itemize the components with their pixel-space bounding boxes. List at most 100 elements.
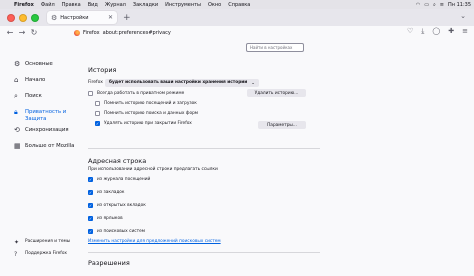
list-tabs-icon[interactable]: ⌄ (460, 12, 466, 20)
checkbox[interactable] (88, 91, 93, 96)
checkbox[interactable] (95, 111, 100, 116)
checkbox-label: из журнала посещений (97, 177, 151, 182)
menu-bar: Firefox Файл Правка Вид Журнал Закладки … (0, 0, 474, 9)
sidebar-item-mozilla[interactable]: ▦ Больше от Mozilla (14, 143, 84, 155)
sidebar-item-home[interactable]: ⌂ Начало (14, 77, 84, 89)
menu-tools[interactable]: Инструменты (165, 2, 201, 8)
new-tab-button[interactable]: + (123, 13, 131, 23)
puzzle-icon: ✦ (14, 239, 20, 246)
checkbox-label: Помнить историю поиска и данных форм (104, 111, 199, 116)
checkbox-checked[interactable]: ✓ (88, 216, 93, 221)
reload-button[interactable]: ↻ (28, 28, 40, 37)
history-option-forms[interactable]: Помнить историю поиска и данных форм (95, 110, 328, 117)
checkbox-label: из закладок (97, 190, 125, 195)
tab-strip: ⚙ Настройки ✕ + ⌄ (0, 9, 474, 26)
sidebar-item-search[interactable]: ⌕ Поиск (14, 93, 84, 105)
addressbar-subtitle: При использовании адресной строки предла… (88, 167, 218, 172)
pocket-icon[interactable]: ♡ (407, 27, 413, 36)
checkbox-checked[interactable]: ✓ (95, 121, 100, 126)
sidebar-footer: ✦ Расширения и темы ? Поддержка Firefox (14, 239, 94, 263)
checkbox-label: из ярлыков (97, 216, 123, 221)
sidebar-item-label: Приватность и Защита (25, 109, 67, 122)
nav-bar: ← → ↻ Firefox about:preferences#privacy … (0, 26, 474, 40)
sidebar-item-label: Синхронизация (25, 127, 69, 133)
firefox-logo-icon (74, 29, 80, 36)
checkbox-checked[interactable]: ✓ (88, 190, 93, 195)
gear-icon: ⚙ (14, 60, 21, 68)
history-option-browsing[interactable]: Помнить историю посещений и загрузок (95, 100, 328, 107)
history-mode-value: будет использовать ваши настройки хранен… (109, 80, 248, 85)
settings-search-input[interactable]: Найти в настройках (246, 43, 304, 52)
checkbox-label: Помнить историю посещений и загрузок (104, 101, 197, 106)
checkbox[interactable] (95, 101, 100, 106)
sidebar-item-support[interactable]: ? Поддержка Firefox (14, 251, 94, 260)
checkbox-checked[interactable]: ✓ (88, 203, 93, 208)
sidebar-item-label: Начало (25, 77, 46, 83)
menu-window[interactable]: Окно (208, 2, 221, 8)
suggest-bookmarks-option[interactable]: ✓ из закладок (88, 189, 328, 196)
toolbar-right: ♡ ⤓ ◯ ✚ ≡ (407, 27, 468, 36)
search-icon: ⌕ (14, 92, 18, 100)
sidebar-item-label: Поиск (25, 93, 42, 99)
control-center-icon[interactable]: ≡ (440, 2, 444, 8)
account-icon[interactable]: ◯ (432, 27, 440, 36)
sidebar-item-label: Расширения и темы (25, 239, 71, 244)
suggest-tabs-option[interactable]: ✓ из открытых вкладок (88, 202, 328, 209)
menu-firefox[interactable]: Firefox (14, 2, 34, 8)
back-button[interactable]: ← (4, 28, 16, 37)
home-icon: ⌂ (14, 76, 19, 84)
checkbox-label: из открытых вкладок (97, 203, 146, 208)
sidebar-item-privacy[interactable]: 🔒︎ Приватность и Защита (14, 109, 84, 123)
history-mode-select[interactable]: будет использовать ваши настройки хранен… (105, 78, 259, 87)
gear-icon: ⚙ (51, 13, 58, 22)
menu-view[interactable]: Вид (88, 2, 98, 8)
extensions-icon[interactable]: ✚ (448, 27, 454, 36)
close-window-button[interactable] (7, 13, 15, 22)
checkbox-checked[interactable]: ✓ (88, 177, 93, 182)
history-settings-button[interactable]: Параметры... (258, 121, 306, 129)
history-options: Удалить историю... Всегда работать в при… (88, 89, 328, 142)
zoom-window-button[interactable] (31, 13, 39, 22)
checkbox-checked[interactable]: ✓ (88, 229, 93, 234)
menu-file[interactable]: Файл (41, 2, 55, 8)
preferences-page: Найти в настройках ⚙ Основные ⌂ Начало ⌕… (0, 39, 474, 276)
divider (88, 148, 320, 149)
menu-help[interactable]: Справка (228, 2, 250, 8)
tab-settings[interactable]: ⚙ Настройки ✕ (47, 11, 117, 24)
sidebar-item-label: Больше от Mozilla (25, 143, 75, 149)
search-spotlight-icon[interactable]: ⌕ (433, 2, 436, 8)
permissions-section-title: Разрешения (88, 259, 130, 267)
minimize-window-button[interactable] (19, 13, 27, 22)
sync-icon: ⟲ (14, 126, 20, 134)
suggest-engines-option[interactable]: ✓ из поисковых систем (88, 228, 328, 235)
history-option-private[interactable]: Всегда работать в приватном режиме (88, 90, 328, 97)
url-text[interactable]: about:preferences#privacy (103, 30, 171, 36)
forward-button[interactable]: → (16, 28, 28, 37)
wifi-icon[interactable]: ◠ (416, 2, 420, 8)
history-prefix: Firefox (88, 80, 103, 85)
menu-edit[interactable]: Правка (62, 2, 81, 8)
sidebar-item-addons[interactable]: ✦ Расширения и темы (14, 239, 94, 248)
battery-icon[interactable]: ▭ (424, 2, 429, 8)
suggest-history-option[interactable]: ✓ из журнала посещений (88, 176, 328, 183)
history-mode-row: Firefox будет использовать ваши настройк… (88, 78, 328, 87)
window-controls (7, 13, 39, 22)
sidebar-item-general[interactable]: ⚙ Основные (14, 61, 84, 73)
sidebar-item-sync[interactable]: ⟲ Синхронизация (14, 127, 84, 139)
app-menu-icon[interactable]: ≡ (462, 27, 468, 36)
addressbar-section-title: Адресная строка (88, 157, 147, 165)
clock-text[interactable]: Пн 11:35 (448, 2, 471, 8)
checkbox-label: Удалять историю при закрытии Firefox (104, 121, 192, 126)
help-icon: ? (14, 251, 18, 258)
divider (88, 252, 320, 253)
close-tab-icon[interactable]: ✕ (108, 14, 113, 21)
url-brand: Firefox (83, 29, 100, 36)
chevron-down-icon: ⌄ (251, 80, 255, 85)
downloads-icon[interactable]: ⤓ (421, 27, 424, 36)
checkbox-label: из поисковых систем (97, 229, 146, 234)
menu-bookmarks[interactable]: Закладки (133, 2, 158, 8)
menu-history[interactable]: Журнал (105, 2, 126, 8)
url-bar[interactable]: Firefox about:preferences#privacy (74, 27, 354, 38)
search-suggestions-link[interactable]: Изменить настройки для предложений поиск… (88, 239, 328, 244)
suggest-shortcuts-option[interactable]: ✓ из ярлыков (88, 215, 328, 222)
